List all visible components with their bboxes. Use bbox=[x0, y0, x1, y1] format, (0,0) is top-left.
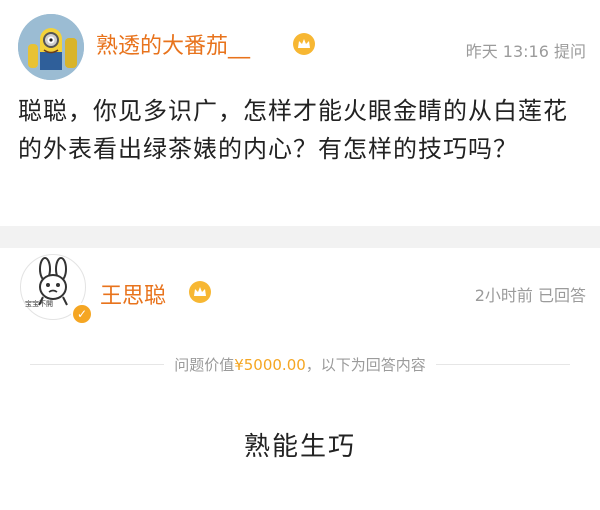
verified-badge-icon: ✓ bbox=[71, 303, 93, 325]
question-time-text: 昨天 13:16 bbox=[465, 42, 549, 61]
crown-icon bbox=[189, 281, 211, 303]
answerer-name[interactable]: 王思聪 bbox=[100, 278, 166, 310]
section-separator bbox=[0, 226, 600, 248]
crown-icon bbox=[293, 33, 315, 55]
question-action-text: 提问 bbox=[553, 42, 586, 61]
answerer-avatar[interactable]: 宝宝不開 ✓ bbox=[20, 254, 93, 325]
question-card: 熟透的大番茄__ 昨天 13:16 提问 聪聪，你见多识广，怎样才能火眼金睛的从… bbox=[0, 0, 600, 226]
answer-time: 2小时前 已回答 bbox=[475, 282, 586, 306]
question-time: 昨天 13:16 提问 bbox=[466, 38, 586, 62]
answer-time-text: 2小时前 bbox=[474, 286, 533, 305]
asker-avatar[interactable] bbox=[18, 14, 84, 80]
avatar-caption: 宝宝不開 bbox=[25, 300, 53, 308]
answer-text: 熟能生巧 bbox=[243, 432, 356, 462]
question-text: 聪聪，你见多识广，怎样才能火眼金睛的从白莲花的外表看出绿茶婊的内心？有怎样的技巧… bbox=[18, 97, 568, 163]
question-value-text: 问题价值¥5000.00，以下为回答内容 bbox=[174, 354, 426, 375]
question-value-suffix: ，以下为回答内容 bbox=[305, 355, 426, 374]
question-value-prefix: 问题价值 bbox=[174, 355, 235, 374]
question-value-divider: 问题价值¥5000.00，以下为回答内容 bbox=[30, 354, 571, 375]
answer-status-text: 已回答 bbox=[537, 286, 586, 305]
divider-line-left bbox=[30, 363, 165, 365]
divider-line-right bbox=[435, 363, 571, 365]
question-value-price: ¥5000.00 bbox=[234, 355, 306, 374]
asker-name[interactable]: 熟透的大番茄__ bbox=[96, 28, 250, 60]
answer-card: 宝宝不開 ✓ 王思聪 2小时前 已回答 问题价值¥5000.00，以下为回答内容… bbox=[0, 248, 600, 510]
minion-avatar-icon bbox=[18, 14, 84, 80]
